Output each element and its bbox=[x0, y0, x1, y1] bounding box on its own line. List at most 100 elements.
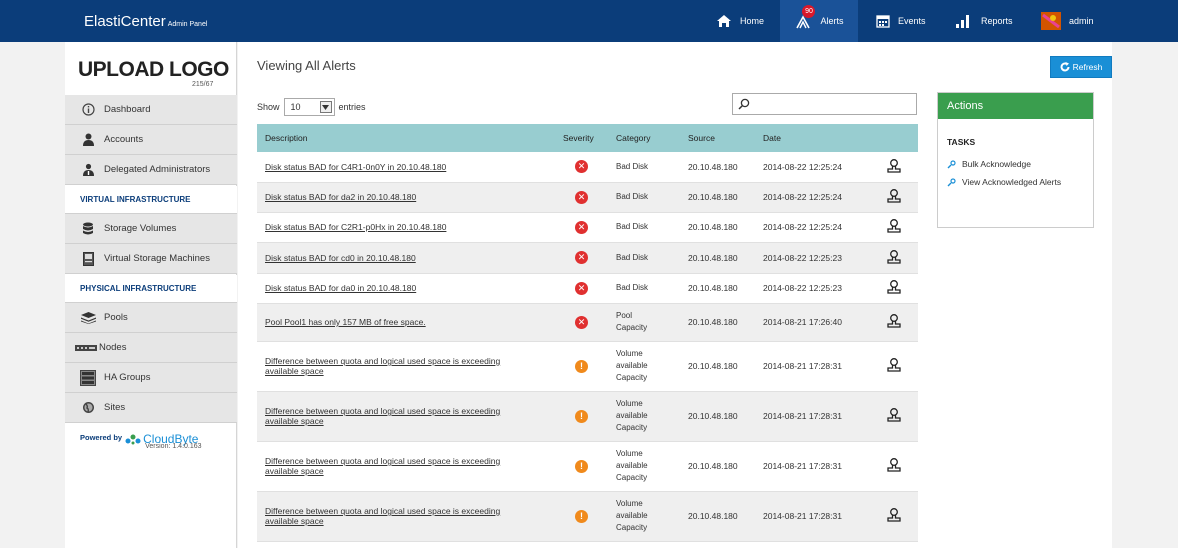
description-line-1: Disk status BAD for da2 in 20.10.48.180 bbox=[265, 192, 417, 202]
alert-source: 20.10.48.180 bbox=[680, 491, 755, 542]
nav-admin-menu[interactable]: admin bbox=[1041, 0, 1094, 42]
view-acknowledged-alerts-link[interactable]: View Acknowledged Alerts bbox=[947, 177, 1061, 187]
alert-description-link[interactable]: Disk status BAD for C4R1-0n0Y in 20.10.4… bbox=[265, 162, 446, 172]
section-physical-infrastructure: PHYSICAL INFRASTRUCTURE bbox=[65, 275, 237, 303]
acknowledge-icon[interactable] bbox=[886, 313, 902, 329]
category-line-1: Bad Disk bbox=[616, 252, 649, 262]
page-title: Viewing All Alerts bbox=[257, 58, 356, 73]
alert-description: Difference between quota and logical use… bbox=[257, 391, 555, 442]
task-label: View Acknowledged Alerts bbox=[962, 177, 1062, 187]
calendar-icon bbox=[876, 14, 890, 28]
alert-actions bbox=[870, 303, 918, 342]
node-icon bbox=[75, 344, 97, 351]
alert-description: Disk status BAD for cd0 in 20.10.48.180 bbox=[257, 242, 555, 274]
acknowledge-icon[interactable] bbox=[886, 507, 902, 523]
alert-description-link[interactable]: Difference between quota and logical use… bbox=[265, 456, 500, 476]
warning-severity-icon: ! bbox=[575, 459, 588, 473]
alert-description: Difference between quota and logical use… bbox=[257, 341, 555, 392]
alert-category: Bad Disk bbox=[608, 242, 680, 274]
alert-source: 20.10.48.180 bbox=[680, 391, 755, 442]
entries-control: Show 10 entries bbox=[257, 98, 366, 116]
sidebar-item-dashboard[interactable]: Dashboard bbox=[65, 95, 237, 125]
server-icon bbox=[79, 251, 97, 266]
category-line-1: Volume bbox=[616, 349, 643, 358]
alert-description-link[interactable]: Disk status BAD for da0 in 20.10.48.180 bbox=[265, 283, 416, 293]
description-line-2: available space bbox=[265, 516, 324, 526]
sidebar-item-label: Accounts bbox=[104, 134, 144, 145]
bulk-acknowledge-link[interactable]: Bulk Acknowledge bbox=[947, 159, 1031, 169]
brand[interactable]: ElastiCenter Admin Panel bbox=[84, 13, 207, 30]
category-line-3: Capacity bbox=[616, 523, 648, 532]
alert-source: 20.10.48.180 bbox=[680, 341, 755, 392]
alert-description-link[interactable]: Disk status BAD for C2R1-p0Hx in 20.10.4… bbox=[265, 222, 446, 232]
sidebar-item-pools[interactable]: Pools bbox=[65, 303, 237, 333]
alert-description: Disk status BAD for C2R1-p0Hx in 20.10.4… bbox=[257, 212, 555, 243]
alert-category: Bad Disk bbox=[608, 212, 680, 243]
error-severity-icon: ✕ bbox=[575, 315, 588, 329]
search-input[interactable] bbox=[732, 93, 917, 115]
acknowledge-icon[interactable] bbox=[886, 357, 902, 373]
acknowledge-icon[interactable] bbox=[886, 158, 902, 174]
nav-home-label: Home bbox=[740, 16, 765, 26]
acknowledge-icon[interactable] bbox=[886, 279, 902, 295]
nav-events[interactable]: Events bbox=[876, 0, 926, 42]
chevron-down-icon bbox=[319, 101, 332, 113]
info-icon bbox=[79, 103, 97, 116]
column-date[interactable]: Date bbox=[755, 124, 870, 152]
nav-admin-label: admin bbox=[1069, 16, 1094, 26]
sidebar-item-nodes[interactable]: Nodes bbox=[65, 333, 237, 363]
alert-description-link[interactable]: Difference between quota and logical use… bbox=[265, 356, 500, 376]
category-line-3: Capacity bbox=[616, 423, 648, 432]
acknowledge-icon[interactable] bbox=[886, 218, 902, 234]
entries-label: entries bbox=[338, 102, 366, 112]
alert-severity: ! bbox=[555, 391, 608, 442]
sidebar-item-ha-groups[interactable]: HA Groups bbox=[65, 363, 237, 393]
alert-description: Pool Pool1 has only 157 MB of free space… bbox=[257, 303, 555, 342]
alert-description-link[interactable]: Pool Pool1 has only 157 MB of free space… bbox=[265, 317, 426, 327]
table-row: Disk status BAD for cd0 in 20.10.48.180 ✕… bbox=[257, 242, 918, 274]
acknowledge-icon[interactable] bbox=[886, 249, 902, 265]
link-icon bbox=[947, 177, 956, 187]
alert-actions bbox=[870, 182, 918, 213]
sidebar-item-label: Delegated Administrators bbox=[104, 164, 211, 175]
alert-description: Difference between quota and logical use… bbox=[257, 491, 555, 542]
sidebar-item-storage-volumes[interactable]: Storage Volumes bbox=[65, 214, 237, 244]
column-source[interactable]: Source bbox=[680, 124, 755, 152]
admin-icon bbox=[79, 163, 97, 176]
main-content: Viewing All Alerts Refresh Show 10 entri… bbox=[238, 42, 1112, 548]
alert-description: Difference between quota and logical use… bbox=[257, 441, 555, 492]
description-line-2: available space bbox=[265, 416, 324, 426]
category-line-1: Bad Disk bbox=[616, 283, 649, 292]
table-row: Difference between quota and logical use… bbox=[257, 391, 918, 442]
refresh-label: Refresh bbox=[1072, 62, 1103, 72]
acknowledge-icon[interactable] bbox=[886, 457, 902, 473]
nav-reports[interactable]: Reports bbox=[955, 0, 1013, 42]
refresh-button[interactable]: Refresh bbox=[1050, 56, 1112, 78]
alert-description-link[interactable]: Difference between quota and logical use… bbox=[265, 506, 500, 526]
table-row: Disk status BAD for C2R1-p0Hx in 20.10.4… bbox=[257, 212, 918, 243]
sidebar-item-sites[interactable]: Sites bbox=[65, 393, 237, 423]
column-description[interactable]: Description bbox=[257, 124, 555, 152]
acknowledge-icon[interactable] bbox=[886, 407, 902, 423]
upload-logo[interactable]: UPLOAD LOGO bbox=[78, 58, 229, 82]
error-severity-icon: ✕ bbox=[575, 251, 588, 264]
alert-category: Volume available Capacity bbox=[608, 491, 680, 542]
column-severity[interactable]: Severity bbox=[555, 124, 608, 152]
sidebar-item-delegated-admins[interactable]: Delegated Administrators bbox=[65, 155, 237, 185]
sidebar-item-virtual-storage-machines[interactable]: Virtual Storage Machines bbox=[65, 244, 237, 274]
alert-category: Bad Disk bbox=[608, 273, 680, 304]
nav-alerts[interactable]: 90 Alerts bbox=[780, 0, 858, 49]
acknowledge-icon[interactable] bbox=[886, 188, 902, 204]
alert-description-link[interactable]: Disk status BAD for cd0 in 20.10.48.180 bbox=[265, 253, 416, 263]
powered-by-label: Powered by bbox=[80, 433, 123, 442]
nav-home[interactable]: Home bbox=[716, 0, 764, 42]
description-line-2: available space bbox=[265, 466, 324, 476]
alert-description-link[interactable]: Disk status BAD for da2 in 20.10.48.180 bbox=[265, 192, 416, 202]
warning-severity-icon: ! bbox=[575, 509, 588, 523]
entries-select[interactable]: 10 bbox=[283, 98, 335, 116]
sidebar-item-accounts[interactable]: Accounts bbox=[65, 125, 237, 155]
alert-severity: ✕ bbox=[555, 182, 608, 213]
column-category[interactable]: Category bbox=[608, 124, 680, 152]
alert-description-link[interactable]: Difference between quota and logical use… bbox=[265, 406, 500, 426]
show-label: Show bbox=[257, 102, 280, 112]
